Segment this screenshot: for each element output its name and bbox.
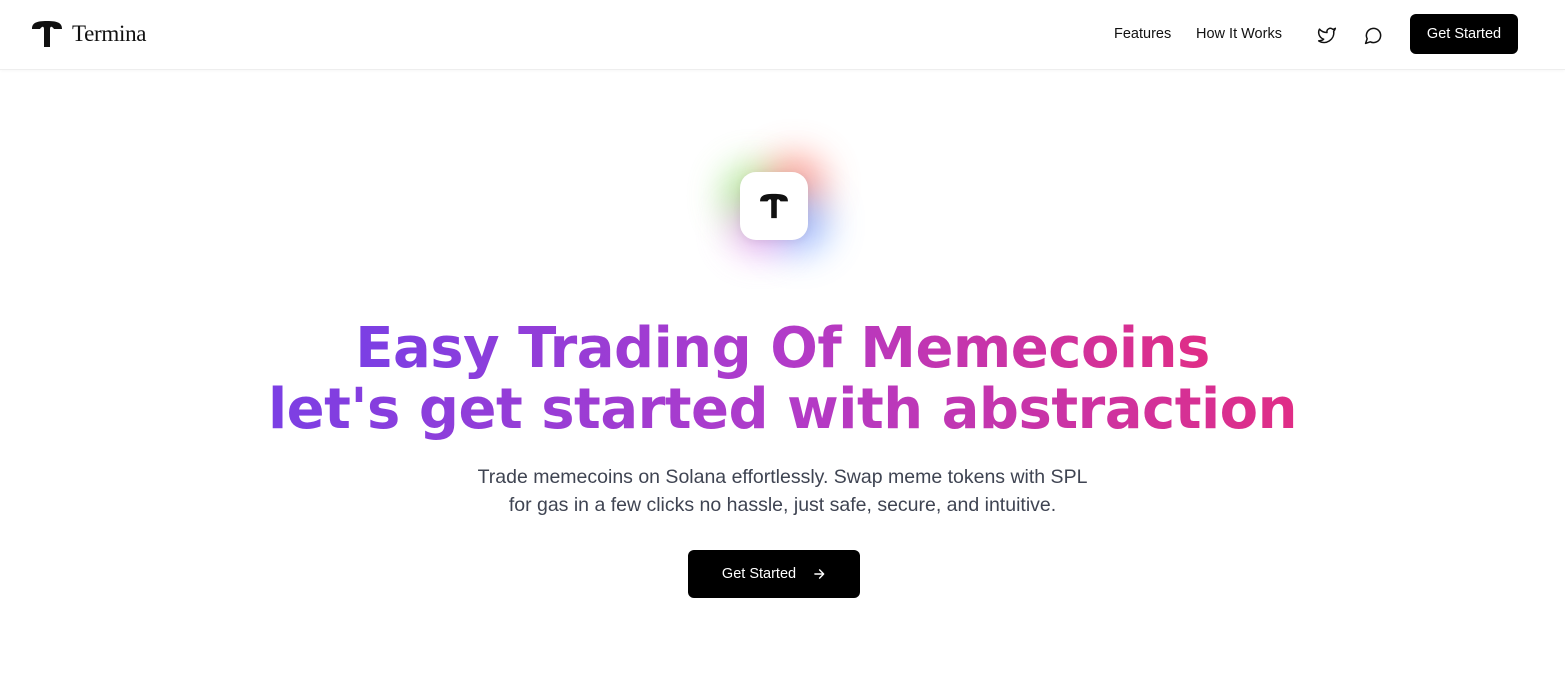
twitter-bird-icon [1317,27,1337,44]
nav-get-started-button[interactable]: Get Started [1410,14,1518,54]
subtitle-line-2: for gas in a few clicks no hassle, just … [508,494,1057,516]
hero-cta-label: Get Started [721,566,797,582]
hero-logo-badge [724,156,828,252]
twitter-link[interactable] [1315,23,1339,47]
brand-name: Termina [72,21,147,46]
termina-logo-icon [32,21,62,47]
headline-line-2: let's get started with abstraction [267,377,1298,442]
headline-line-1: Easy Trading Of Memecoins [355,316,1210,381]
hero-subtitle: Trade memecoins on Solana effortlessly. … [0,463,1565,519]
nav-link-how-it-works[interactable]: How It Works [1196,25,1282,43]
arrow-right-icon [812,567,826,581]
hero-headline: Easy Trading Of Memecoins let's get star… [0,318,1565,440]
chat-link[interactable] [1361,23,1385,47]
chat-bubble-icon [1364,27,1381,44]
hero-get-started-button[interactable]: Get Started [688,550,860,598]
subtitle-line-1: Trade memecoins on Solana effortlessly. … [477,466,1088,488]
hero-logo-tile [740,172,808,240]
nav-link-features[interactable]: Features [1114,25,1171,43]
top-navbar: Termina Features How It Works Get Starte… [0,0,1565,70]
termina-logo-icon [760,193,788,219]
brand-home-link[interactable]: Termina [30,20,147,48]
